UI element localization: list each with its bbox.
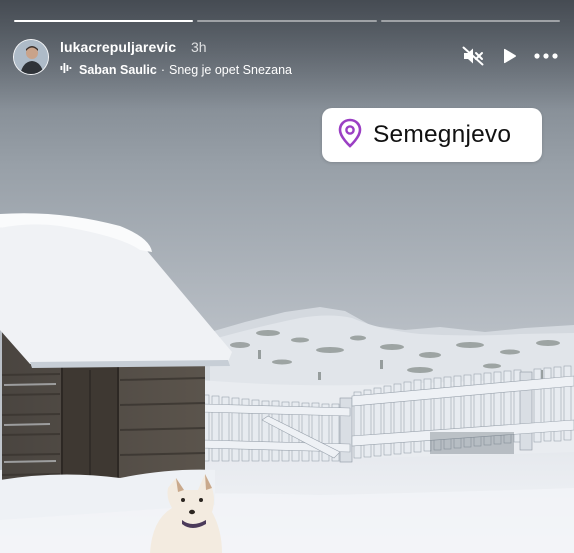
story-progress-bar <box>14 20 560 22</box>
music-bars-icon <box>60 62 72 77</box>
avatar-image <box>14 40 48 74</box>
location-pin-icon <box>337 118 363 153</box>
music-separator: · <box>160 62 165 77</box>
speaker-muted-icon[interactable] <box>462 46 484 66</box>
location-label: Semegnjevo <box>373 121 512 148</box>
progress-segment <box>380 20 560 22</box>
story-viewer[interactable]: lukacrepuljarevic 3h Saban Saulic · Sneg… <box>0 0 574 553</box>
location-sticker[interactable]: Semegnjevo <box>322 108 542 162</box>
music-attribution[interactable]: Saban Saulic · Sneg je opet Snezana <box>60 62 292 77</box>
avatar[interactable] <box>13 39 49 75</box>
username-link[interactable]: lukacrepuljarevic <box>60 39 176 55</box>
more-dots-icon[interactable] <box>534 52 558 60</box>
music-song: Sneg je opet Snezana <box>168 62 293 77</box>
music-artist: Saban Saulic <box>79 62 157 77</box>
story-controls <box>462 46 558 66</box>
story-header: lukacrepuljarevic 3h Saban Saulic · Sneg… <box>13 38 558 78</box>
timestamp: 3h <box>191 39 207 55</box>
play-icon[interactable] <box>500 47 518 65</box>
progress-fill <box>14 20 194 22</box>
progress-segment <box>14 20 194 22</box>
progress-segment <box>197 20 377 22</box>
